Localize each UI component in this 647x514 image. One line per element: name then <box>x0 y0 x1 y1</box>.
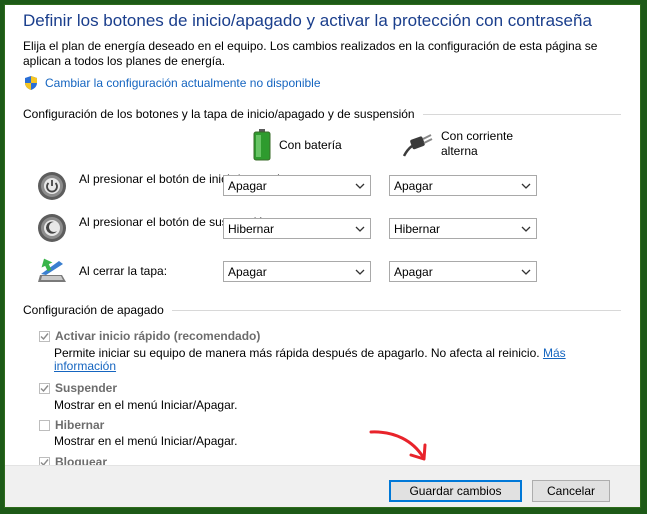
lid-close-battery-select[interactable]: Apagar <box>223 261 371 282</box>
selected-value: Apagar <box>228 264 267 279</box>
fast-startup-description: Permite iniciar su equipo de manera más … <box>54 347 574 373</box>
battery-icon <box>253 129 271 161</box>
lid-close-ac-select[interactable]: Apagar <box>389 261 537 282</box>
hibernate-description: Mostrar en el menú Iniciar/Apagar. <box>54 434 238 448</box>
chevron-down-icon <box>521 269 531 275</box>
chevron-down-icon <box>355 269 365 275</box>
footer-bar: Guardar cambios Cancelar <box>5 465 640 507</box>
chevron-down-icon <box>521 183 531 189</box>
cancel-button[interactable]: Cancelar <box>532 480 610 502</box>
chevron-down-icon <box>355 226 365 232</box>
power-button-ac-select[interactable]: Apagar <box>389 175 537 196</box>
power-button-battery-select[interactable]: Apagar <box>223 175 371 196</box>
selected-value: Hibernar <box>394 221 441 236</box>
save-changes-button[interactable]: Guardar cambios <box>389 480 522 502</box>
power-options-window: Definir los botones de inicio/apagado y … <box>4 4 641 508</box>
sleep-checkbox[interactable] <box>39 382 50 394</box>
chevron-down-icon <box>521 226 531 232</box>
section-divider <box>171 309 621 311</box>
unavailable-settings-row: Cambiar la configuración actualmente no … <box>23 75 321 91</box>
sleep-description: Mostrar en el menú Iniciar/Apagar. <box>54 398 238 412</box>
selected-value: Apagar <box>394 264 433 279</box>
section-divider <box>422 113 621 115</box>
power-button-icon <box>38 172 66 200</box>
selected-value: Apagar <box>228 178 267 193</box>
page-description: Elija el plan de energía deseado en el e… <box>23 39 598 68</box>
ac-label: Con corriente alterna <box>441 129 514 158</box>
sleep-label: Suspender <box>55 381 118 395</box>
fast-startup-label: Activar inicio rápido (recomendado) <box>55 329 261 343</box>
selected-value: Apagar <box>394 178 433 193</box>
buttons-section-header: Configuración de los botones y la tapa d… <box>23 107 621 121</box>
change-unavailable-settings-link[interactable]: Cambiar la configuración actualmente no … <box>45 76 321 90</box>
lid-close-label: Al cerrar la tapa: <box>79 264 168 278</box>
sleep-option: Suspender <box>39 381 117 395</box>
battery-label: Con batería <box>279 138 342 152</box>
shutdown-section-title: Configuración de apagado <box>23 303 164 317</box>
uac-shield-icon <box>25 76 37 90</box>
selected-value: Hibernar <box>228 221 275 236</box>
fast-startup-checkbox[interactable] <box>39 330 50 342</box>
hibernate-checkbox[interactable] <box>39 419 50 431</box>
ac-column-header: Con corriente alterna <box>403 129 531 159</box>
buttons-section-title: Configuración de los botones y la tapa d… <box>23 107 415 121</box>
shutdown-section-header: Configuración de apagado <box>23 303 621 317</box>
sleep-button-battery-select[interactable]: Hibernar <box>223 218 371 239</box>
annotation-arrow-icon <box>369 430 427 461</box>
chevron-down-icon <box>355 183 365 189</box>
checkmark-icon <box>40 384 49 392</box>
checkmark-icon <box>40 332 49 340</box>
hibernate-label: Hibernar <box>55 418 105 432</box>
laptop-lid-icon <box>38 258 66 282</box>
sleep-button-icon <box>38 214 66 242</box>
battery-column-header: Con batería <box>253 129 342 161</box>
hibernate-option: Hibernar <box>39 418 104 432</box>
power-plug-icon <box>403 134 433 157</box>
sleep-button-ac-select[interactable]: Hibernar <box>389 218 537 239</box>
page-title: Definir los botones de inicio/apagado y … <box>23 11 592 30</box>
fast-startup-option: Activar inicio rápido (recomendado) <box>39 329 260 343</box>
fast-startup-description-text: Permite iniciar su equipo de manera más … <box>54 346 540 360</box>
